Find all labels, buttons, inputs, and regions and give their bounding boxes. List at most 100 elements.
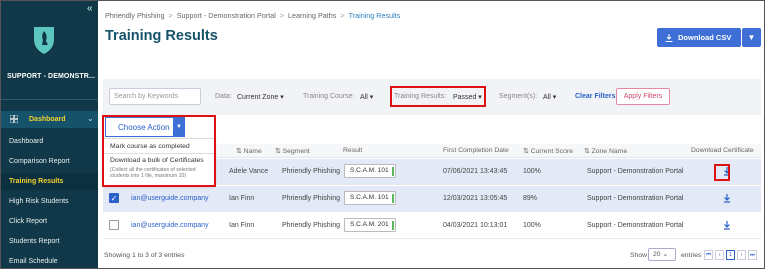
table-row[interactable]: ✓ ian@userguide.company Ian Finn Phriend… <box>103 186 761 212</box>
sidebar-item-comparison-report[interactable]: Comparison Report <box>1 153 98 170</box>
course-filter-value: All <box>360 94 368 101</box>
student-name: Ian Finn <box>229 222 255 229</box>
column-header-segment[interactable]: ⇅ Segment <box>275 147 310 155</box>
training-results-filter-highlight: Training Results: Passed ▾ <box>390 86 486 107</box>
sidebar-section-dashboard[interactable]: Dashboard ⌄ <box>1 111 98 128</box>
current-score: 100% <box>523 168 541 175</box>
column-header-download: Download Certificate <box>691 147 754 154</box>
page-1-button[interactable]: 1 <box>726 250 735 260</box>
sidebar-item-email-schedule[interactable]: Email Schedule <box>1 253 98 268</box>
first-page-button[interactable]: ⏮ <box>704 250 713 260</box>
page-size-select[interactable]: 20 ⌄ <box>648 248 676 261</box>
breadcrumb-separator: > <box>279 11 285 20</box>
caret-down-icon: ▼ <box>176 124 182 130</box>
sidebar-item-dashboard[interactable]: Dashboard <box>1 133 98 150</box>
segments-filter-label: Segment(s): <box>499 93 538 100</box>
zone-name: Support - Demonstration Portal <box>587 222 684 229</box>
download-icon <box>665 33 673 42</box>
menu-item-download-note: (Collect all the certificates of selecte… <box>110 167 196 180</box>
breadcrumb-separator: > <box>168 11 173 20</box>
next-page-button[interactable]: › <box>737 250 746 260</box>
result-pass-indicator <box>391 194 394 203</box>
choose-action-menu: Mark course as completed Download a bulk… <box>103 138 215 186</box>
zone-name: Support - Demonstration Portal <box>587 168 684 175</box>
column-header-zone[interactable]: ⇅ Zone Name <box>584 147 627 155</box>
table-info: Showing 1 to 3 of 3 entries <box>104 252 185 259</box>
completion-date: 07/06/2021 13:43:45 <box>443 168 508 175</box>
caret-down-icon: ▼ <box>747 33 756 42</box>
download-csv-label: Download CSV <box>678 33 732 42</box>
download-certificate-icon[interactable] <box>721 219 733 231</box>
menu-divider <box>104 153 214 154</box>
shield-logo-icon <box>34 27 54 54</box>
current-score: 89% <box>523 195 538 202</box>
sort-icon: ⇅ <box>584 148 592 155</box>
sort-icon: ⇅ <box>275 148 283 155</box>
column-header-first-completion[interactable]: First Completion Date <box>443 147 509 154</box>
sidebar-divider <box>1 99 98 100</box>
apply-filters-button[interactable]: Apply Filters <box>616 88 670 105</box>
sidebar-item-students-report[interactable]: Students Report <box>1 233 98 250</box>
course-filter-select[interactable]: All ▾ <box>360 93 373 101</box>
result-badge: S.C.A.M. 201 <box>344 218 396 232</box>
dashboard-grid-icon <box>10 115 18 123</box>
menu-item-mark-completed[interactable]: Mark course as completed <box>110 143 190 150</box>
sidebar-item-click-report[interactable]: Click Report <box>1 213 98 230</box>
student-segment: Phriendly Phishing <box>282 195 340 202</box>
completion-date: 04/03/2021 10:13:01 <box>443 222 508 229</box>
filter-bar: Search by Keywords Data: Current Zone ▾ … <box>103 79 761 115</box>
result-pass-indicator <box>391 167 394 176</box>
student-email[interactable]: ian@userguide.company <box>131 195 209 202</box>
app-window: « SUPPORT - DEMONSTR... Dashboard ⌄ Dash… <box>0 0 765 269</box>
student-name: Ian Finn <box>229 195 255 202</box>
prev-page-button[interactable]: ‹ <box>715 250 724 260</box>
row-checkbox[interactable] <box>109 220 119 230</box>
sort-icon: ⇅ <box>236 148 244 155</box>
student-segment: Phriendly Phishing <box>282 168 340 175</box>
download-csv-button[interactable]: Download CSV <box>657 28 741 47</box>
zone-name: Support - Demonstration Portal <box>587 195 684 202</box>
page-size-label: Show <box>630 252 648 259</box>
download-csv-dropdown-button[interactable]: ▼ <box>742 28 761 47</box>
clear-filters-link[interactable]: Clear Filters <box>575 93 615 100</box>
column-header-result: Result <box>343 147 363 154</box>
breadcrumb-separator: > <box>340 11 345 20</box>
student-email[interactable]: ian@userguide.company <box>131 222 209 229</box>
search-input[interactable]: Search by Keywords <box>109 88 201 105</box>
page-title: Training Results <box>105 28 218 44</box>
choose-action-dropdown-toggle[interactable]: ▼ <box>173 118 185 136</box>
column-header-name[interactable]: ⇅ Name <box>236 147 262 155</box>
breadcrumb-item-learning-paths[interactable]: Learning Paths <box>288 11 336 20</box>
menu-item-download-certificates[interactable]: Download a bulk of Certificates <box>110 157 204 164</box>
download-certificate-highlight <box>714 164 730 181</box>
entries-label: entries <box>681 252 702 259</box>
sort-icon: ⇅ <box>523 148 531 155</box>
table-row[interactable]: ian@userguide.company Ian Finn Phriendly… <box>103 213 761 239</box>
result-badge: S.C.A.M. 101 <box>344 164 396 178</box>
sidebar: « SUPPORT - DEMONSTR... Dashboard ⌄ Dash… <box>1 1 98 268</box>
data-filter-label: Data: <box>215 93 232 100</box>
organization-name: SUPPORT - DEMONSTR... <box>7 73 96 80</box>
sidebar-item-high-risk-students[interactable]: High Risk Students <box>1 193 98 210</box>
student-name: Adele Vance <box>229 168 269 175</box>
last-page-button[interactable]: ⏭ <box>748 250 757 260</box>
completion-date: 12/03/2021 13:05:45 <box>443 195 508 202</box>
download-certificate-icon[interactable] <box>721 192 733 204</box>
data-filter-value: Current Zone <box>237 94 279 101</box>
segments-filter-select[interactable]: All ▾ <box>543 93 556 101</box>
data-filter-select[interactable]: Current Zone ▾ <box>237 93 284 101</box>
sidebar-section-label: Dashboard <box>29 116 66 123</box>
result-pass-indicator <box>391 221 394 230</box>
chevron-down-icon: ⌄ <box>662 251 669 258</box>
sidebar-item-training-results[interactable]: Training Results <box>1 173 98 190</box>
row-checkbox[interactable]: ✓ <box>109 193 119 203</box>
breadcrumb-item-phriendly-phishing[interactable]: Phriendly Phishing <box>105 11 165 20</box>
chevron-down-icon: ⌄ <box>87 114 94 123</box>
results-filter-select[interactable]: Passed ▾ <box>453 93 482 101</box>
segments-filter-value: All <box>543 94 551 101</box>
collapse-sidebar-icon[interactable]: « <box>87 3 93 14</box>
column-header-current-score[interactable]: ⇅ Current Score <box>523 147 573 155</box>
breadcrumb: Phriendly Phishing > Support - Demonstrati… <box>105 11 400 20</box>
results-filter-value: Passed <box>453 94 477 101</box>
breadcrumb-item-portal[interactable]: Support - Demonstration Portal <box>177 11 276 20</box>
